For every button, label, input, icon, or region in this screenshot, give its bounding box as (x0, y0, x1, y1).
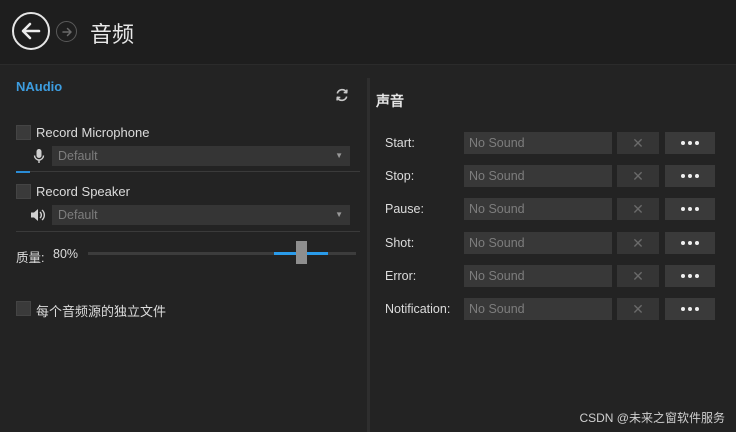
refresh-icon[interactable] (334, 87, 350, 103)
watermark: CSDN @未来之窗软件服务 (579, 411, 725, 425)
page-title: 音频 (90, 22, 135, 47)
divider (16, 231, 360, 232)
more-icon (680, 207, 701, 211)
clear-sound-button[interactable]: ✕ (617, 232, 659, 254)
record-speaker-checkbox[interactable] (16, 184, 31, 199)
naudio-panel: NAudio Record Microphone Default ▼ Recor… (0, 65, 366, 432)
speaker-icon (31, 209, 46, 221)
sound-file-field[interactable]: No Sound (464, 232, 612, 254)
header-bar: 音频 (0, 0, 736, 65)
microphone-device-value: Default (58, 149, 98, 163)
clear-sound-button[interactable]: ✕ (617, 132, 659, 154)
clear-sound-button[interactable]: ✕ (617, 198, 659, 220)
quality-value: 80% (53, 247, 79, 261)
record-microphone-label: Record Microphone (36, 125, 150, 140)
sound-file-field[interactable]: No Sound (464, 132, 612, 154)
sound-file-field[interactable]: No Sound (464, 198, 612, 220)
focus-indicator (16, 171, 30, 173)
sounds-title: 声音 (376, 93, 404, 109)
close-icon: ✕ (632, 134, 644, 151)
speaker-device-select[interactable]: Default ▼ (52, 205, 350, 225)
close-icon: ✕ (632, 267, 644, 284)
browse-sound-button[interactable] (665, 232, 715, 254)
divider (16, 171, 360, 172)
close-icon: ✕ (632, 234, 644, 251)
separate-files-label: 每个音频源的独立文件 (36, 304, 167, 319)
more-icon (680, 141, 701, 145)
more-icon (680, 174, 701, 178)
close-icon: ✕ (632, 200, 644, 217)
quality-slider-thumb[interactable] (296, 241, 307, 264)
more-icon (680, 274, 701, 278)
sound-row-label: Pause: (385, 202, 424, 216)
sound-row-label: Notification: (385, 302, 451, 316)
sound-row-label: Error: (385, 269, 417, 283)
back-button[interactable] (12, 12, 50, 50)
chevron-down-icon: ▼ (335, 151, 343, 160)
clear-sound-button[interactable]: ✕ (617, 298, 659, 320)
back-arrow-icon (21, 22, 41, 40)
browse-sound-button[interactable] (665, 298, 715, 320)
sound-row-label: Stop: (385, 169, 415, 183)
microphone-icon (33, 149, 45, 163)
record-speaker-label: Record Speaker (36, 184, 130, 199)
separate-files-checkbox[interactable] (16, 301, 31, 316)
sounds-panel: 声音 Start: No Sound ✕ Stop: No Sound ✕ Pause: No… (370, 65, 736, 432)
close-icon: ✕ (632, 300, 644, 317)
browse-sound-button[interactable] (665, 132, 715, 154)
browse-sound-button[interactable] (665, 265, 715, 287)
sound-row-label: Start: (385, 136, 415, 150)
forward-arrow-icon (61, 27, 72, 36)
more-icon (680, 307, 701, 311)
sound-file-field[interactable]: No Sound (464, 265, 612, 287)
browse-sound-button[interactable] (665, 165, 715, 187)
sound-row-label: Shot: (385, 236, 415, 250)
speaker-device-value: Default (58, 208, 98, 222)
more-icon (680, 241, 701, 245)
close-icon: ✕ (632, 167, 644, 184)
clear-sound-button[interactable]: ✕ (617, 165, 659, 187)
quality-label: 质量: (16, 251, 45, 265)
forward-button[interactable] (56, 21, 77, 42)
chevron-down-icon: ▼ (335, 210, 343, 219)
clear-sound-button[interactable]: ✕ (617, 265, 659, 287)
sound-file-field[interactable]: No Sound (464, 165, 612, 187)
naudio-section-title: NAudio (16, 79, 63, 94)
sound-file-field[interactable]: No Sound (464, 298, 612, 320)
microphone-device-select[interactable]: Default ▼ (52, 146, 350, 166)
record-microphone-checkbox[interactable] (16, 125, 31, 140)
browse-sound-button[interactable] (665, 198, 715, 220)
